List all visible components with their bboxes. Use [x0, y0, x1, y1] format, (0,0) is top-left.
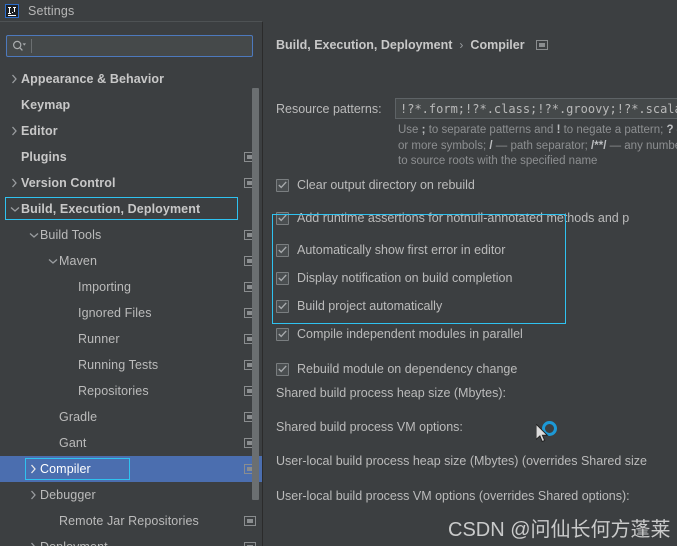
chevron-right-icon — [8, 178, 21, 188]
sidebar-item-label: Deployment — [40, 540, 108, 546]
restore-window-icon[interactable] — [535, 40, 548, 50]
sidebar-item-label: Compiler — [40, 462, 91, 476]
checkbox-checked-icon[interactable] — [276, 243, 289, 257]
sidebar-item-gant[interactable]: Gant — [0, 430, 262, 456]
checkbox-label: Add runtime assertions for notnull-annot… — [297, 211, 630, 225]
compiler-settings-panel: Build, Execution, Deployment › Compiler … — [263, 22, 677, 546]
sidebar-item-build-execution-deployment[interactable]: Build, Execution, Deployment — [0, 196, 262, 222]
checkbox-label: Build project automatically — [297, 299, 443, 313]
settings-tree: Appearance & Behavior Keymap Editor Plugins… — [0, 66, 262, 546]
sidebar-item-label: Gradle — [59, 410, 98, 424]
checkbox-row[interactable]: Clear output directory on rebuild — [276, 178, 475, 192]
sidebar-item-debugger[interactable]: Debugger — [0, 482, 262, 508]
loading-spinner-icon — [542, 421, 557, 436]
window-title: Settings — [28, 4, 75, 18]
breadcrumb-root[interactable]: Build, Execution, Deployment — [276, 38, 452, 52]
chevron-right-icon — [8, 74, 21, 84]
sidebar-item-repositories[interactable]: Repositories — [0, 378, 262, 404]
sidebar-item-label: Remote Jar Repositories — [59, 514, 199, 528]
chevron-right-icon — [27, 490, 40, 500]
hint-line-1: Use ; to separate patterns and ! to nega… — [398, 124, 677, 136]
chevron-right-icon — [27, 542, 40, 546]
sidebar-item-deployment[interactable]: Deployment — [0, 534, 262, 546]
sidebar-item-maven[interactable]: Maven — [0, 248, 262, 274]
sidebar-item-label: Runner — [78, 332, 120, 346]
field-label: Shared build process VM options: — [276, 420, 463, 434]
checkbox-row[interactable]: Compile independent modules in parallel — [276, 327, 523, 341]
settings-search-box[interactable] — [6, 35, 253, 57]
checkbox-row[interactable]: Rebuild module on dependency change — [276, 362, 517, 376]
chevron-right-icon — [27, 464, 40, 474]
settings-dialog: Settings Appearance & Behavior Keymap Edit… — [0, 0, 677, 546]
resource-patterns-label: Resource patterns: — [276, 102, 382, 116]
sidebar-item-running-tests[interactable]: Running Tests — [0, 352, 262, 378]
hint-line-2: or more symbols; / — path separator; /**… — [398, 139, 677, 152]
sidebar-item-keymap[interactable]: Keymap — [0, 92, 262, 118]
chevron-right-icon — [8, 126, 21, 136]
checkbox-label: Rebuild module on dependency change — [297, 362, 518, 376]
sidebar-item-appearance-behavior[interactable]: Appearance & Behavior — [0, 66, 262, 92]
sidebar-item-label: Repositories — [78, 384, 149, 398]
field-label: Shared build process heap size (Mbytes): — [276, 386, 506, 400]
sidebar-item-label: Keymap — [21, 98, 71, 112]
checkbox-checked-icon[interactable] — [276, 271, 289, 285]
field-label: User-local build process heap size (Mbyt… — [276, 454, 647, 468]
sidebar-item-importing[interactable]: Importing — [0, 274, 262, 300]
sidebar-item-gradle[interactable]: Gradle — [0, 404, 262, 430]
sidebar-item-editor[interactable]: Editor — [0, 118, 262, 144]
field-label: User-local build process VM options (ove… — [276, 489, 630, 503]
sidebar-item-compiler[interactable]: Compiler — [0, 456, 262, 482]
checkbox-checked-icon[interactable] — [276, 211, 289, 225]
sidebar-item-label: Importing — [78, 280, 132, 294]
sidebar-scrollbar-thumb[interactable] — [252, 88, 259, 500]
search-icon — [7, 40, 31, 53]
checkbox-row[interactable]: Automatically show first error in editor — [276, 243, 505, 257]
sidebar-item-label: Build Tools — [40, 228, 102, 242]
breadcrumb-separator: › — [459, 38, 464, 52]
sidebar-item-label: Plugins — [21, 150, 67, 164]
sidebar-item-label: Version Control — [21, 176, 116, 190]
checkbox-row[interactable]: Build project automatically — [276, 299, 442, 313]
window-titlebar: Settings — [0, 0, 677, 22]
hint-line-3: to source roots with the specified name — [398, 155, 598, 167]
checkbox-checked-icon[interactable] — [276, 178, 289, 192]
chevron-down-icon — [8, 206, 21, 213]
checkbox-label: Clear output directory on rebuild — [297, 178, 475, 192]
sidebar-item-label: Maven — [59, 254, 98, 268]
checkbox-checked-icon[interactable] — [276, 362, 289, 376]
sidebar-item-version-control[interactable]: Version Control — [0, 170, 262, 196]
sidebar-item-plugins[interactable]: Plugins — [0, 144, 262, 170]
checkbox-label: Compile independent modules in parallel — [297, 327, 523, 341]
sidebar-item-label: Gant — [59, 436, 87, 450]
checkbox-label: Display notification on build completion — [297, 271, 513, 285]
sidebar-scrollbar-track[interactable] — [251, 66, 260, 546]
breadcrumb-leaf[interactable]: Compiler — [470, 38, 524, 52]
resource-patterns-hint: Use ; to separate patterns and ! to nega… — [398, 123, 677, 170]
chevron-down-icon — [46, 258, 59, 265]
csdn-watermark: CSDN @问仙长何方蓬莱 — [448, 519, 671, 541]
resource-patterns-input[interactable] — [395, 98, 677, 119]
sidebar-item-label: Ignored Files — [78, 306, 152, 320]
sidebar-item-label: Editor — [21, 124, 58, 138]
sidebar-item-label: Running Tests — [78, 358, 159, 372]
breadcrumb: Build, Execution, Deployment › Compiler — [276, 38, 548, 52]
checkbox-checked-icon[interactable] — [276, 299, 289, 313]
chevron-down-icon — [27, 232, 40, 239]
sidebar-item-remote-jar-repositories[interactable]: Remote Jar Repositories — [0, 508, 262, 534]
sidebar-item-runner[interactable]: Runner — [0, 326, 262, 352]
settings-sidebar: Appearance & Behavior Keymap Editor Plugins… — [0, 22, 262, 546]
checkbox-checked-icon[interactable] — [276, 327, 289, 341]
sidebar-item-label: Appearance & Behavior — [21, 72, 165, 86]
checkbox-label: Automatically show first error in editor — [297, 243, 506, 257]
sidebar-item-label: Build, Execution, Deployment — [21, 202, 201, 216]
intellij-idea-logo-icon — [5, 4, 19, 18]
search-input[interactable] — [32, 37, 252, 55]
sidebar-item-label: Debugger — [40, 488, 96, 502]
checkbox-row[interactable]: Add runtime assertions for notnull-annot… — [276, 211, 629, 225]
sidebar-item-ignored-files[interactable]: Ignored Files — [0, 300, 262, 326]
checkbox-row[interactable]: Display notification on build completion — [276, 271, 512, 285]
sidebar-item-build-tools[interactable]: Build Tools — [0, 222, 262, 248]
